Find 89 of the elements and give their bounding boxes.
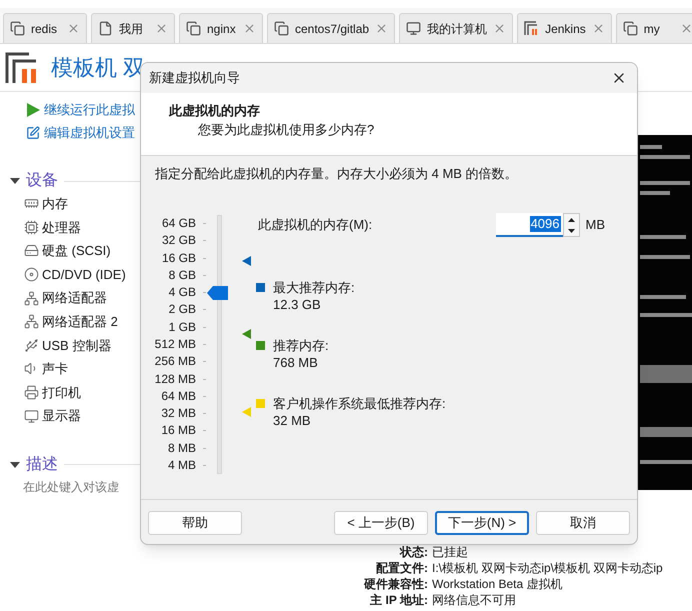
tick-mark	[203, 274, 206, 276]
vm-icon	[274, 21, 289, 36]
scale-label: 512 MB	[154, 336, 196, 353]
disc-icon	[24, 267, 39, 282]
tick-mark	[203, 413, 206, 414]
scale-label: 256 MB	[154, 353, 196, 370]
network-icon	[24, 314, 39, 330]
device-item[interactable]: 显示器	[42, 406, 81, 426]
scale-label: 1 GB	[168, 318, 196, 336]
monitor-icon	[406, 21, 422, 36]
device-item[interactable]: 处理器	[42, 218, 81, 238]
device-item[interactable]: 网络适配器	[42, 288, 107, 308]
legend-value: 768 MB	[273, 354, 319, 371]
legend-label: 客户机操作系统最低推荐内存:	[273, 395, 446, 412]
device-item[interactable]: 网络适配器 2	[42, 312, 118, 332]
detail-value: I:\模板机 双网卡动态ip\模板机 双网卡动态ip	[432, 560, 664, 576]
legend-label: 最大推荐内存:	[273, 279, 355, 296]
action-link[interactable]: 继续运行此虚拟	[44, 100, 135, 120]
scale-label: 64 GB	[162, 215, 196, 232]
vm-icon	[186, 21, 201, 36]
dialog-button[interactable]: 帮助	[148, 511, 242, 535]
vm-tab[interactable]: 我用	[91, 13, 175, 43]
slider-thumb[interactable]	[207, 286, 228, 300]
vm-tab[interactable]: my	[616, 13, 692, 43]
dialog-button[interactable]: 取消	[536, 511, 630, 535]
vm-tab[interactable]: centos7/gitlab	[267, 13, 396, 43]
scale-label: 16 GB	[162, 250, 196, 267]
page-heading: 此虚拟机的内存	[169, 102, 261, 120]
caret-icon[interactable]	[10, 460, 20, 470]
tick-mark	[203, 396, 206, 397]
document-icon	[98, 21, 113, 36]
detail-value: Workstation Beta 虚拟机	[432, 576, 564, 592]
printer-icon	[24, 385, 39, 400]
dialog-button[interactable]: 下一步(N) >	[435, 511, 529, 535]
usb-icon	[24, 338, 39, 353]
scale-label: 8 MB	[168, 440, 196, 457]
tick-mark	[203, 292, 206, 294]
action-link[interactable]: 编辑虚拟机设置	[44, 122, 135, 142]
section-title: 描述	[26, 454, 58, 475]
monitor-icon	[24, 408, 39, 424]
device-item[interactable]: CD/DVD (IDE)	[42, 264, 126, 284]
tick-mark	[203, 344, 206, 345]
vm-tab[interactable]: 我的计算机	[399, 13, 514, 43]
page-subheading: 您要为此虚拟机使用多少内存?	[197, 121, 376, 139]
detail-label: 配置文件:	[375, 560, 428, 576]
scale-label: 64 MB	[161, 388, 196, 405]
device-item[interactable]: 硬盘 (SCSI)	[42, 241, 111, 261]
play-icon	[26, 102, 40, 116]
tick-mark	[203, 223, 206, 224]
drive-icon	[24, 243, 39, 258]
detail-label: 主 IP 地址:	[369, 592, 428, 608]
instruction-text: 指定分配给此虚拟机的内存量。内存大小必须为 4 MB 的倍数。	[154, 165, 519, 182]
section-title: 设备	[26, 171, 58, 191]
edit-icon	[26, 126, 40, 140]
scale-label: 32 MB	[161, 405, 196, 422]
scale-label: 2 GB	[168, 301, 196, 318]
dialog-button[interactable]: < 上一步(B)	[334, 511, 428, 535]
memory-field[interactable]: 4096	[496, 213, 562, 237]
device-item[interactable]: USB 控制器	[42, 336, 112, 356]
scale-label: 4 MB	[168, 456, 196, 474]
vm-tab[interactable]: nginx	[179, 13, 263, 43]
detail-label: 硬件兼容性:	[362, 576, 428, 592]
caret-icon[interactable]	[10, 176, 20, 186]
device-item[interactable]: 声卡	[42, 359, 68, 379]
memory-label: 此虚拟机的内存(M):	[257, 216, 372, 234]
vm-tab[interactable]: redis	[3, 13, 87, 43]
detail-value: 已挂起	[432, 544, 469, 560]
vm-tab[interactable]: Jenkins	[517, 13, 612, 43]
network-icon	[24, 290, 39, 306]
scale-label: 16 MB	[161, 422, 196, 440]
vm-icon	[10, 21, 25, 36]
scale-label: 128 MB	[154, 370, 196, 388]
vm-icon	[622, 21, 638, 36]
detail-value: 网络信息不可用	[432, 592, 517, 608]
chip-icon	[24, 220, 39, 235]
device-item[interactable]: 打印机	[42, 382, 81, 402]
legend-value: 32 MB	[273, 412, 312, 429]
unit-label: MB	[586, 216, 605, 234]
detail-label: 状态:	[398, 544, 428, 560]
dialog-title: 新建虚拟机向导	[149, 69, 240, 88]
tick-mark	[203, 464, 206, 466]
legend-label: 推荐内存:	[273, 337, 329, 354]
device-item[interactable]: 内存	[42, 194, 68, 214]
scale-label: 8 GB	[168, 266, 196, 284]
scale-label: 4 GB	[168, 284, 196, 302]
spin-buttons[interactable]	[562, 213, 580, 237]
vm-running-icon	[524, 21, 540, 36]
scale-label: 32 GB	[162, 232, 196, 250]
legend-value: 12.3 GB	[273, 296, 322, 313]
